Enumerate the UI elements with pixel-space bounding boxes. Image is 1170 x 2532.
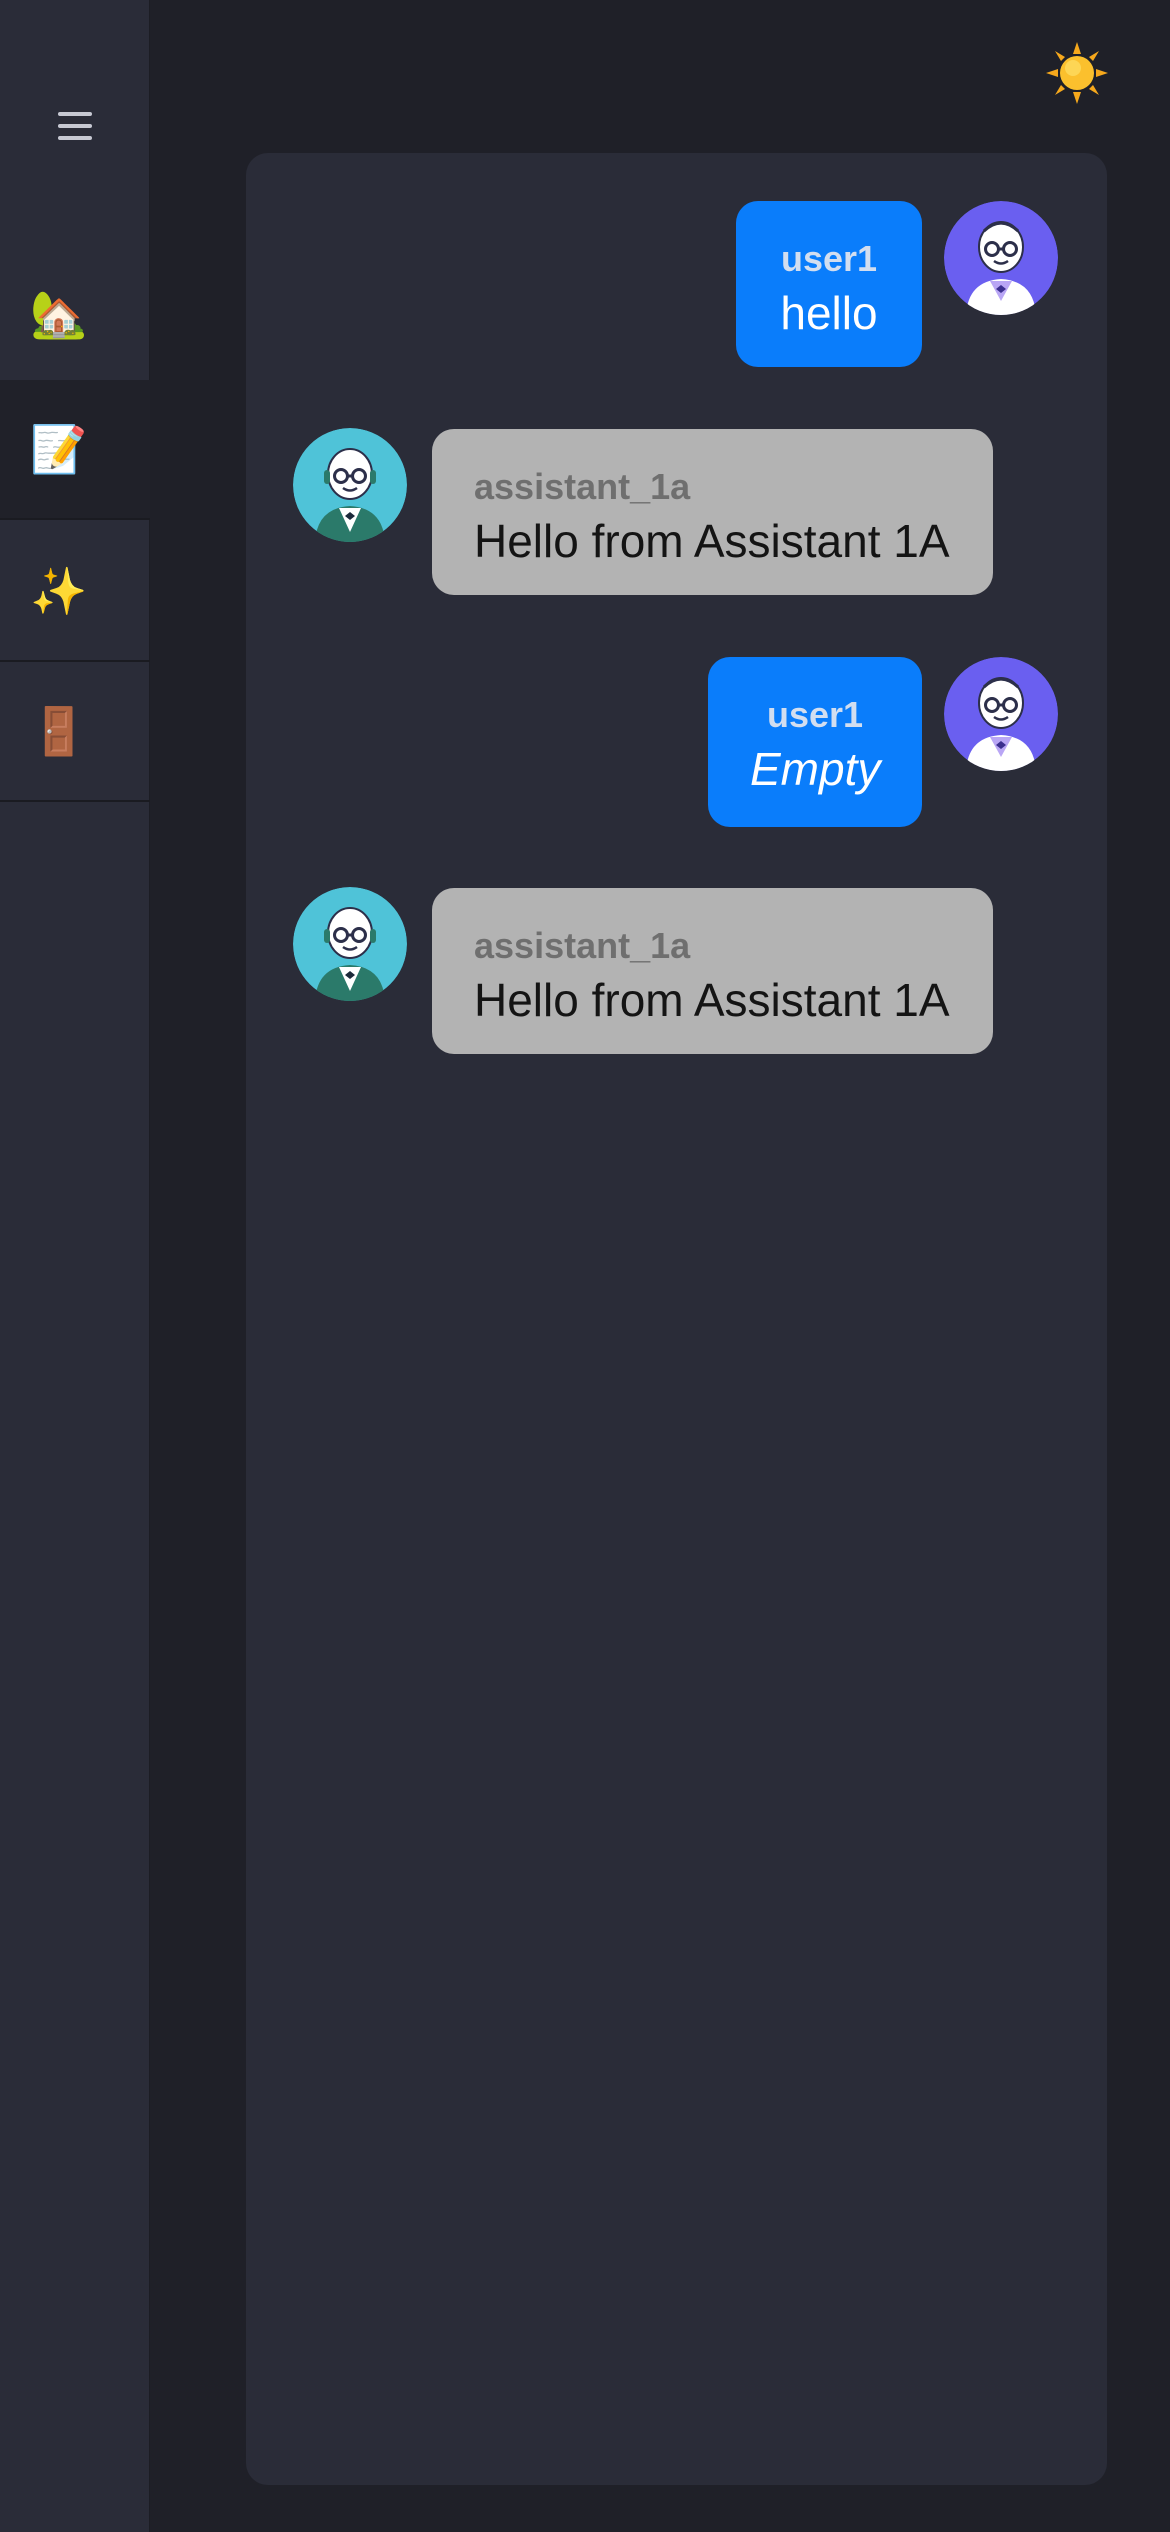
assistant-avatar-icon bbox=[293, 428, 407, 542]
assistant-message-bubble: assistant_1a Hello from Assistant 1A bbox=[432, 429, 993, 595]
sparkles-icon: ✨ bbox=[30, 563, 88, 618]
assistant-message-bubble: assistant_1a Hello from Assistant 1A bbox=[432, 888, 993, 1054]
assistant-avatar bbox=[293, 887, 407, 1001]
sidebar: 🏡 📝 ✨ 🚪 bbox=[0, 0, 150, 2532]
user-avatar bbox=[944, 201, 1058, 315]
sidebar-item-sparkles[interactable]: ✨ bbox=[0, 522, 150, 662]
house-with-tree-icon: 🏡 bbox=[30, 286, 88, 341]
assistant-avatar bbox=[293, 428, 407, 542]
message-sender: assistant_1a bbox=[474, 466, 691, 507]
theme-toggle-button[interactable] bbox=[1044, 40, 1110, 106]
sidebar-item-home[interactable]: 🏡 bbox=[0, 244, 150, 384]
sidebar-item-logout[interactable]: 🚪 bbox=[0, 662, 150, 802]
message-text: Hello from Assistant 1A bbox=[474, 974, 950, 1026]
user-message-bubble: user1 hello bbox=[736, 201, 922, 367]
sidebar-item-notes[interactable]: 📝 bbox=[0, 380, 150, 520]
user-avatar-icon bbox=[944, 657, 1058, 771]
assistant-avatar-icon bbox=[293, 887, 407, 1001]
message-text: Hello from Assistant 1A bbox=[474, 515, 950, 567]
hamburger-menu-icon[interactable] bbox=[48, 104, 102, 148]
message-text: Empty bbox=[750, 743, 881, 795]
sun-icon bbox=[1046, 42, 1108, 104]
memo-pencil-icon: 📝 bbox=[30, 421, 88, 476]
message-sender: assistant_1a bbox=[474, 925, 691, 966]
door-icon: 🚪 bbox=[30, 703, 88, 758]
message-text: hello bbox=[780, 287, 878, 339]
user-avatar-icon bbox=[944, 201, 1058, 315]
message-sender: user1 bbox=[780, 238, 878, 279]
user-avatar bbox=[944, 657, 1058, 771]
chat-panel: user1 hello assistant_1a Hello from Assi… bbox=[246, 153, 1107, 2485]
message-sender: user1 bbox=[766, 694, 864, 735]
user-message-bubble: user1 Empty bbox=[708, 657, 922, 827]
